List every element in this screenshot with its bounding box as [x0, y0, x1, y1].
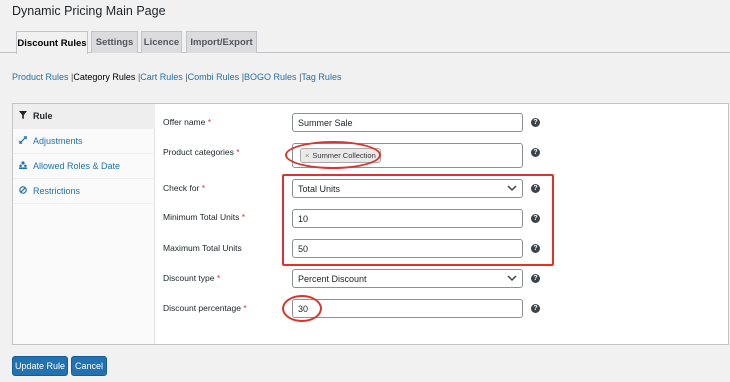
- min-units-label: Minimum Total Units *: [163, 212, 245, 222]
- required-mark: *: [201, 183, 206, 193]
- tab-bar: Discount Rules Settings Licence Import/E…: [0, 31, 730, 54]
- sidebar-item-label: Restrictions: [33, 186, 81, 196]
- tab-settings[interactable]: Settings: [91, 31, 138, 53]
- users-icon: [19, 161, 33, 171]
- discount-percentage-label-text: Discount percentage: [163, 303, 241, 313]
- filter-icon: [19, 111, 33, 121]
- tab-discount-rules[interactable]: Discount Rules: [16, 31, 88, 54]
- rule-sidebar: Rule Adjustments Allowed Roles & Date Re…: [13, 104, 155, 344]
- category-tag-label: Summer Collection: [312, 151, 376, 160]
- sidebar-item-restrictions[interactable]: Restrictions: [13, 179, 155, 204]
- max-units-label-text: Maximum Total Units: [163, 243, 242, 253]
- offer-name-label-text: Offer name: [163, 117, 206, 127]
- required-mark: *: [243, 303, 247, 313]
- chevron-down-icon: [507, 275, 517, 282]
- offer-name-label: Offer name *: [163, 117, 211, 127]
- product-categories-label: Product categories *: [163, 147, 240, 157]
- subnav-cart-rules[interactable]: Cart Rules: [140, 72, 183, 82]
- sidebar-item-adjustments[interactable]: Adjustments: [13, 129, 155, 154]
- help-icon[interactable]: ?: [531, 184, 540, 193]
- discount-type-label-text: Discount type: [163, 273, 215, 283]
- min-units-label-text: Minimum Total Units: [163, 212, 240, 222]
- tab-licence[interactable]: Licence: [141, 31, 182, 53]
- subnav-bogo-rules[interactable]: BOGO Rules: [244, 72, 297, 82]
- max-units-label: Maximum Total Units: [163, 243, 242, 253]
- product-categories-label-text: Product categories: [163, 147, 234, 157]
- check-for-label-text: Check for: [163, 183, 200, 193]
- page-title: Dynamic Pricing Main Page: [12, 4, 166, 18]
- check-for-select[interactable]: Total Units: [292, 179, 523, 198]
- discount-type-label: Discount type *: [163, 273, 220, 283]
- offer-name-field[interactable]: Summer Sale: [292, 113, 523, 132]
- sidebar-item-label: Adjustments: [33, 136, 83, 146]
- sidebar-item-label: Allowed Roles & Date: [33, 161, 121, 171]
- product-categories-field[interactable]: × Summer Collection: [292, 143, 523, 168]
- discount-percentage-label: Discount percentage *: [163, 303, 247, 313]
- required-mark: *: [207, 117, 212, 127]
- discount-percentage-field[interactable]: 30: [292, 299, 523, 318]
- help-icon[interactable]: ?: [531, 118, 540, 127]
- required-mark: *: [241, 212, 246, 222]
- sidebar-item-label: Rule: [33, 111, 53, 121]
- rule-panel: Rule Adjustments Allowed Roles & Date Re…: [12, 103, 729, 345]
- help-icon[interactable]: ?: [531, 214, 540, 223]
- help-icon[interactable]: ?: [531, 244, 540, 253]
- subnav-category-rules[interactable]: Category Rules: [73, 72, 135, 82]
- ban-icon: [19, 186, 33, 196]
- cancel-button[interactable]: Cancel: [71, 356, 107, 376]
- subnav-product-rules[interactable]: Product Rules: [12, 72, 69, 82]
- arrows-icon: [19, 136, 33, 146]
- check-for-value: Total Units: [298, 183, 341, 194]
- sidebar-item-rule[interactable]: Rule: [13, 104, 155, 129]
- sidebar-item-allowed-roles-date[interactable]: Allowed Roles & Date: [13, 154, 155, 179]
- help-icon[interactable]: ?: [531, 304, 540, 313]
- check-for-label: Check for *: [163, 183, 205, 193]
- tab-import-export[interactable]: Import/Export: [186, 31, 257, 53]
- discount-type-select[interactable]: Percent Discount: [292, 269, 523, 288]
- chevron-down-icon: [507, 185, 517, 192]
- category-tag[interactable]: × Summer Collection: [300, 148, 381, 163]
- update-rule-button[interactable]: Update Rule: [12, 356, 68, 376]
- required-mark: *: [216, 273, 221, 283]
- subnav-combi-rules[interactable]: Combi Rules: [188, 72, 240, 82]
- discount-type-value: Percent Discount: [298, 273, 367, 284]
- min-units-field[interactable]: 10: [292, 209, 523, 228]
- help-icon[interactable]: ?: [531, 148, 540, 157]
- tag-remove-icon[interactable]: ×: [305, 151, 309, 160]
- max-units-field[interactable]: 50: [292, 239, 523, 258]
- required-mark: *: [236, 147, 240, 157]
- rules-subnav: Product Rules |Category Rules |Cart Rule…: [12, 72, 341, 82]
- subnav-tag-rules[interactable]: Tag Rules: [301, 72, 341, 82]
- help-icon[interactable]: ?: [531, 274, 540, 283]
